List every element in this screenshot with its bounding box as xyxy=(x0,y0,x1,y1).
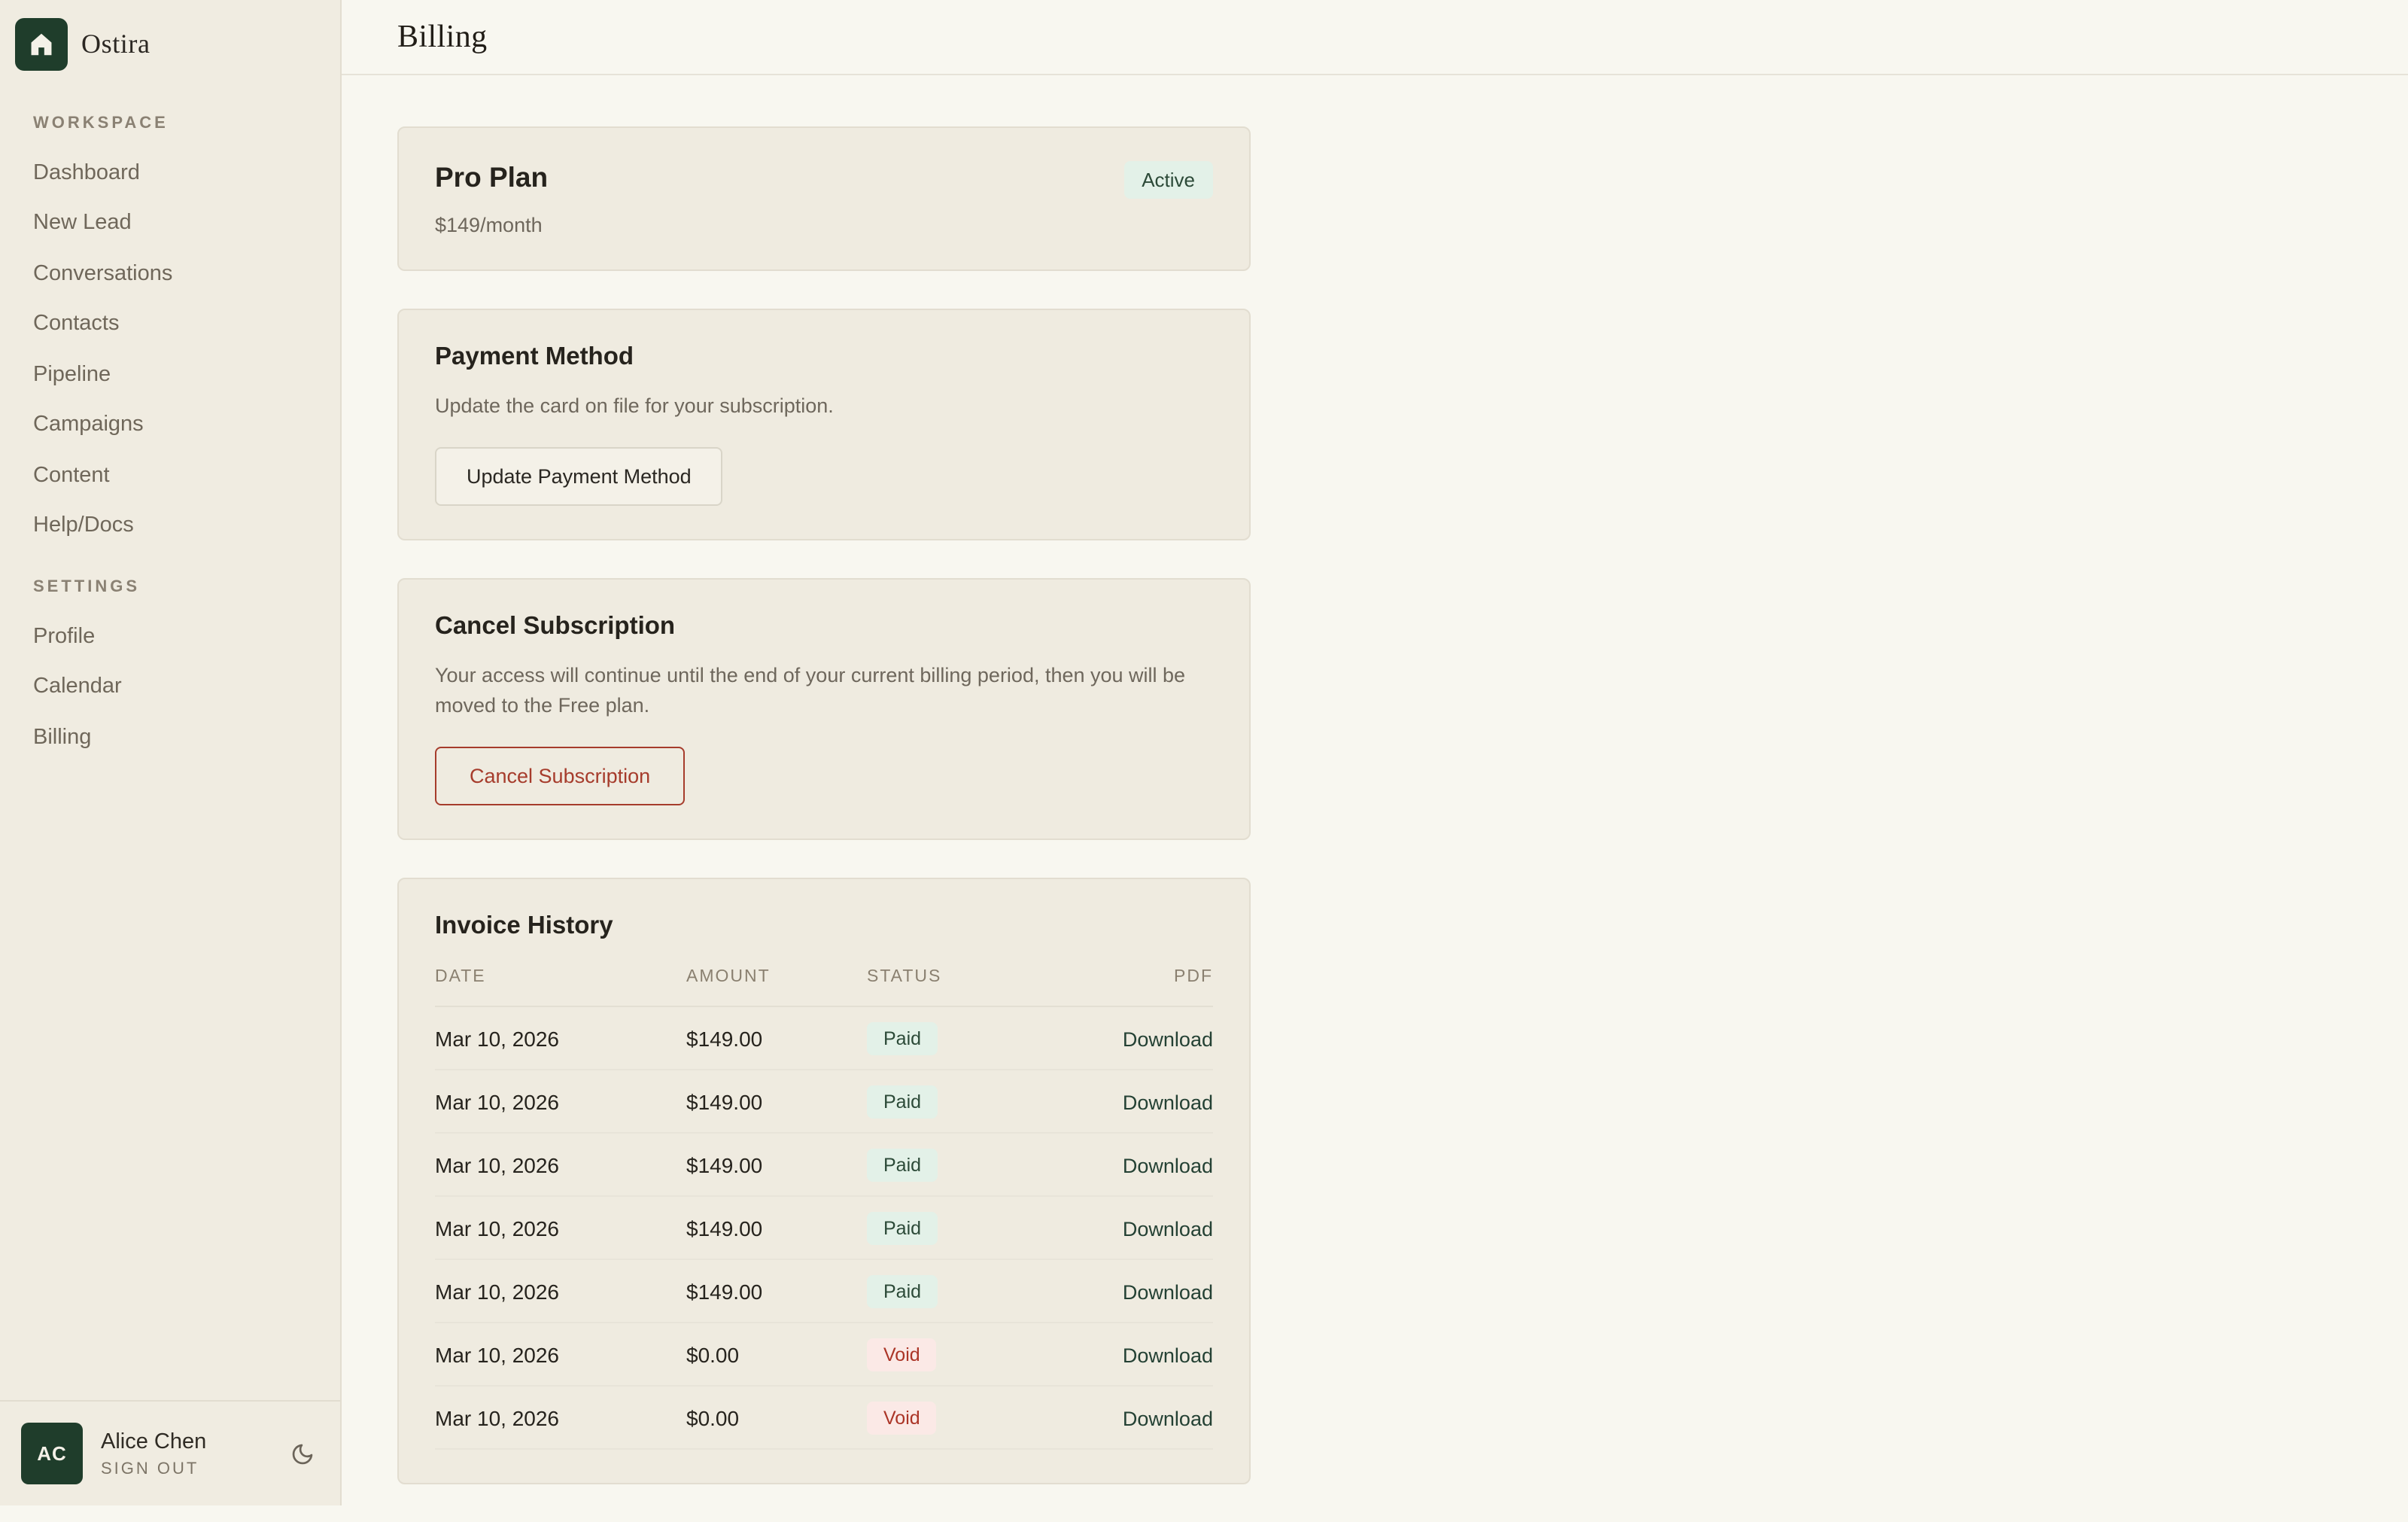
sidebar: Ostira WORKSPACE Dashboard New Lead Convers… xyxy=(0,0,342,1505)
content: Pro Plan Active $149/month Payment Metho… xyxy=(342,75,2408,1522)
column-header-date: DATE xyxy=(435,968,486,986)
nav-section-label: WORKSPACE xyxy=(33,114,169,132)
table-row: Mar 10, 2026 $149.00 Paid Download xyxy=(435,1007,1213,1070)
column-header-pdf: PDF xyxy=(1174,968,1213,986)
status-badge: Paid xyxy=(867,1148,938,1181)
status-badge: Paid xyxy=(867,1274,938,1307)
user-name: Alice Chen xyxy=(101,1429,207,1454)
sidebar-item-conversations[interactable]: Conversations xyxy=(33,248,340,299)
table-row: Mar 10, 2026 $149.00 Paid Download xyxy=(435,1070,1213,1134)
invoice-date: Mar 10, 2026 xyxy=(435,1405,559,1429)
download-link[interactable]: Download xyxy=(1123,1407,1213,1429)
table-row: Mar 10, 2026 $149.00 Paid Download xyxy=(435,1134,1213,1197)
update-payment-method-button[interactable]: Update Payment Method xyxy=(435,447,723,506)
status-badge: Void xyxy=(867,1401,937,1434)
column-header-status: STATUS xyxy=(867,968,942,986)
sidebar-item-profile[interactable]: Profile xyxy=(33,611,340,662)
brand-logo[interactable]: Ostira xyxy=(0,0,340,87)
invoice-amount: $149.00 xyxy=(686,1026,763,1050)
main-area: Billing Pro Plan Active $149/month Payme… xyxy=(342,0,2408,1505)
status-badge: Void xyxy=(867,1338,937,1371)
sidebar-nav: WORKSPACE Dashboard New Lead Conversations C… xyxy=(0,114,340,763)
invoice-date: Mar 10, 2026 xyxy=(435,1342,559,1366)
invoice-amount: $149.00 xyxy=(686,1089,763,1113)
download-link[interactable]: Download xyxy=(1123,1280,1213,1303)
cancel-subscription-title: Cancel Subscription xyxy=(435,613,676,640)
payment-method-description: Update the card on file for your subscri… xyxy=(435,394,834,417)
app-window: Ostira WORKSPACE Dashboard New Lead Convers… xyxy=(0,0,2408,1505)
status-badge: Active xyxy=(1123,161,1213,199)
sidebar-item-dashboard[interactable]: Dashboard xyxy=(33,148,340,198)
sidebar-item-contacts[interactable]: Contacts xyxy=(33,299,340,349)
invoice-amount: $149.00 xyxy=(686,1279,763,1303)
plan-card: Pro Plan Active $149/month xyxy=(397,126,1251,271)
invoice-amount: $149.00 xyxy=(686,1152,763,1177)
user-box: AC Alice Chen SIGN OUT xyxy=(0,1400,340,1505)
invoice-amount: $0.00 xyxy=(686,1342,740,1366)
download-link[interactable]: Download xyxy=(1123,1217,1213,1240)
topbar: Billing xyxy=(342,0,2408,75)
table-row: Mar 10, 2026 $0.00 Void Download xyxy=(435,1323,1213,1387)
cancel-subscription-button[interactable]: Cancel Subscription xyxy=(435,747,686,805)
invoice-date: Mar 10, 2026 xyxy=(435,1152,559,1177)
sidebar-item-pipeline[interactable]: Pipeline xyxy=(33,349,340,400)
brand-name: Ostira xyxy=(81,28,150,58)
sidebar-item-content[interactable]: Content xyxy=(33,450,340,501)
invoice-history-title: Invoice History xyxy=(435,912,613,939)
home-icon xyxy=(15,17,68,70)
user-meta: Alice Chen SIGN OUT xyxy=(101,1429,206,1478)
table-row: Mar 10, 2026 $0.00 Void Download xyxy=(435,1387,1213,1450)
payment-method-title: Payment Method xyxy=(435,343,634,370)
dark-mode-toggle[interactable] xyxy=(290,1441,315,1466)
download-link[interactable]: Download xyxy=(1123,1027,1213,1050)
status-badge: Paid xyxy=(867,1021,938,1055)
table-body: Mar 10, 2026 $149.00 Paid Download Mar 1… xyxy=(435,1007,1213,1450)
sign-out-button[interactable]: SIGN OUT xyxy=(101,1460,206,1478)
invoice-date: Mar 10, 2026 xyxy=(435,1216,559,1240)
invoice-amount: $149.00 xyxy=(686,1216,763,1240)
invoice-date: Mar 10, 2026 xyxy=(435,1089,559,1113)
download-link[interactable]: Download xyxy=(1123,1154,1213,1177)
sidebar-item-campaigns[interactable]: Campaigns xyxy=(33,400,340,450)
table-row: Mar 10, 2026 $149.00 Paid Download xyxy=(435,1197,1213,1260)
status-badge: Paid xyxy=(867,1211,938,1244)
download-link[interactable]: Download xyxy=(1123,1091,1213,1113)
plan-price: $149/month xyxy=(435,214,543,236)
moon-icon xyxy=(292,1443,313,1464)
table-row: Mar 10, 2026 $149.00 Paid Download xyxy=(435,1260,1213,1323)
invoice-history-card: Invoice History DATE AMOUNT STATUS PDF M… xyxy=(397,878,1251,1484)
column-header-amount: AMOUNT xyxy=(686,968,771,986)
nav-section-label: SETTINGS xyxy=(33,578,141,596)
avatar: AC xyxy=(21,1423,83,1484)
sidebar-item-help-docs[interactable]: Help/Docs xyxy=(33,501,340,551)
invoice-amount: $0.00 xyxy=(686,1405,740,1429)
plan-title: Pro Plan xyxy=(435,161,549,193)
download-link[interactable]: Download xyxy=(1123,1344,1213,1366)
sidebar-item-billing[interactable]: Billing xyxy=(33,712,340,763)
table-header: DATE AMOUNT STATUS PDF xyxy=(435,968,1213,1007)
invoice-date: Mar 10, 2026 xyxy=(435,1279,559,1303)
page-title: Billing xyxy=(397,18,488,54)
payment-method-card: Payment Method Update the card on file f… xyxy=(397,309,1251,540)
cancel-subscription-description: Your access will continue until the end … xyxy=(435,664,1186,717)
status-badge: Paid xyxy=(867,1085,938,1118)
invoice-date: Mar 10, 2026 xyxy=(435,1026,559,1050)
sidebar-item-calendar[interactable]: Calendar xyxy=(33,662,340,712)
cancel-subscription-card: Cancel Subscription Your access will con… xyxy=(397,578,1251,840)
sidebar-item-new-lead[interactable]: New Lead xyxy=(33,198,340,248)
